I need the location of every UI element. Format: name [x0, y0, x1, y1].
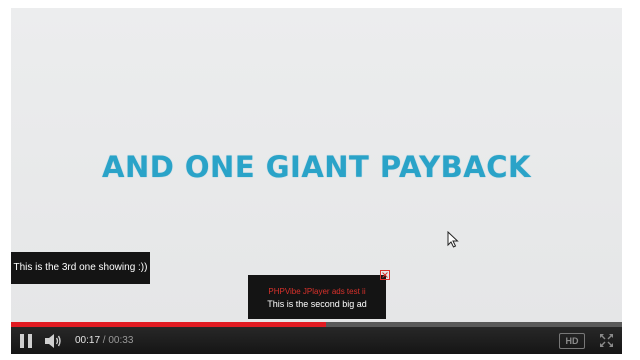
overlay-ad-left-text: This is the 3rd one showing :)) [13, 262, 148, 273]
video-player[interactable]: AND ONE GIANT PAYBACK This is the 3rd on… [11, 8, 622, 354]
duration: 00:33 [108, 335, 134, 346]
overlay-ad-text: This is the second big ad [267, 299, 367, 309]
progress-fill [11, 322, 326, 327]
current-time: 00:17 [75, 335, 101, 346]
fullscreen-icon[interactable] [599, 333, 614, 348]
volume-icon[interactable] [44, 333, 62, 349]
hd-button[interactable]: HD [559, 333, 585, 349]
overlay-ad-center[interactable]: PHPVibe JPlayer ads test ii This is the … [248, 275, 386, 319]
pause-icon [20, 334, 24, 348]
overlay-ad-title[interactable]: PHPVibe JPlayer ads test ii [248, 287, 386, 296]
control-bar: 00:17 / 00:33 HD [11, 322, 622, 354]
progress-bar[interactable] [11, 322, 622, 327]
video-headline: AND ONE GIANT PAYBACK [102, 150, 531, 184]
overlay-ad-left[interactable]: This is the 3rd one showing :)) [11, 252, 150, 284]
close-icon[interactable] [380, 270, 390, 280]
time-display: 00:17 / 00:33 [75, 334, 133, 348]
mouse-cursor-icon [447, 231, 459, 248]
video-frame[interactable]: AND ONE GIANT PAYBACK This is the 3rd on… [11, 8, 622, 322]
pause-button[interactable] [20, 334, 34, 348]
